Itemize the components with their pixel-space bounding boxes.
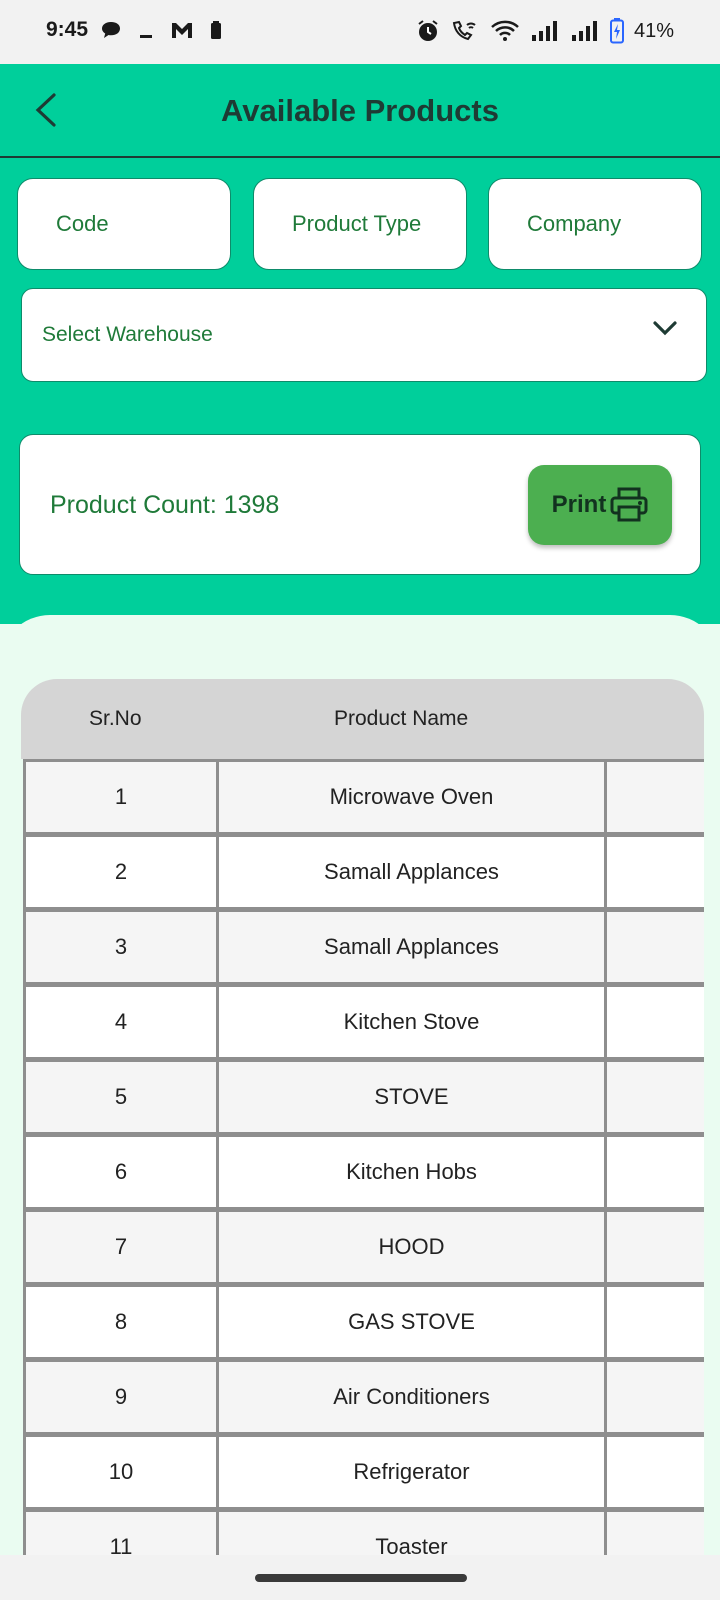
header-product-name: Product Name <box>334 707 469 730</box>
cell-sr-no: 4 <box>23 984 219 1060</box>
table-header: Sr.No Product Name <box>21 679 704 759</box>
status-bar: 9:45 41% <box>0 0 720 64</box>
app-bar: Available Products <box>0 64 720 158</box>
cell-extra <box>604 984 704 1060</box>
cell-sr-no: 10 <box>23 1434 219 1510</box>
cell-product-name: Kitchen Stove <box>216 984 607 1060</box>
cell-sr-no: 11 <box>23 1509 219 1555</box>
cell-extra <box>604 1059 704 1135</box>
gmail-icon <box>172 23 192 38</box>
cell-product-name: Samall Applances <box>216 834 607 910</box>
code-filter-label: Code <box>56 211 109 236</box>
cell-product-name: Samall Applances <box>216 909 607 985</box>
battery-charging-icon <box>609 18 624 44</box>
table-row[interactable]: 9 Air Conditioners <box>21 1359 704 1435</box>
cell-extra <box>604 834 704 910</box>
table-row[interactable]: 11 Toaster <box>21 1509 704 1555</box>
print-button-label: Print <box>551 491 607 518</box>
signal-icon <box>571 21 597 41</box>
cell-product-name: STOVE <box>216 1059 607 1135</box>
cell-product-name: Refrigerator <box>216 1434 607 1510</box>
table-row[interactable]: 7 HOOD <box>21 1209 704 1285</box>
table-row[interactable]: 8 GAS STOVE <box>21 1284 704 1360</box>
cell-sr-no: 1 <box>23 759 219 835</box>
cell-product-name: GAS STOVE <box>216 1284 607 1360</box>
navigation-bar <box>0 1555 720 1600</box>
status-time: 9:45 <box>46 18 89 41</box>
product-type-filter-label: Product Type <box>292 211 422 236</box>
table-row[interactable]: 4 Kitchen Stove <box>21 984 704 1060</box>
cell-extra <box>604 1359 704 1435</box>
cell-sr-no: 8 <box>23 1284 219 1360</box>
table-row[interactable]: 10Refrigerator9 <box>21 1434 704 1510</box>
warehouse-select-label: Select Warehouse <box>42 323 213 346</box>
status-right-icons: 41% <box>416 18 674 44</box>
print-button[interactable]: Print <box>528 465 672 545</box>
printer-icon <box>610 487 648 522</box>
home-handle[interactable] <box>255 1574 467 1582</box>
cell-extra <box>604 1284 704 1360</box>
battery-small-icon <box>211 21 221 39</box>
table-row[interactable]: 6 Kitchen Hobs <box>21 1134 704 1210</box>
table-row[interactable]: 2 Samall Applances <box>21 834 704 910</box>
product-count: Product Count: 1398 <box>50 491 280 519</box>
company-filter-button[interactable]: Company <box>488 178 702 270</box>
cell-extra <box>604 1134 704 1210</box>
cell-sr-no: 7 <box>23 1209 219 1285</box>
status-left-icons <box>100 20 222 40</box>
cell-product-name: Microwave Oven <box>216 759 607 835</box>
battery-percent: 41% <box>633 19 674 42</box>
cell-product-name: Toaster <box>216 1509 607 1555</box>
company-filter-label: Company <box>527 211 622 236</box>
cell-extra <box>604 759 704 835</box>
cell-extra <box>604 909 704 985</box>
code-filter-button[interactable]: Code <box>17 178 231 270</box>
chevron-down-icon <box>653 321 677 336</box>
cell-extra <box>604 1509 704 1555</box>
cell-product-name: Kitchen Hobs <box>216 1134 607 1210</box>
warehouse-select[interactable]: Select Warehouse <box>21 288 707 382</box>
alarm-icon <box>418 20 438 41</box>
cell-sr-no: 5 <box>23 1059 219 1135</box>
cell-sr-no: 9 <box>23 1359 219 1435</box>
cell-sr-no: 6 <box>23 1134 219 1210</box>
cell-sr-no: 3 <box>23 909 219 985</box>
table-row[interactable]: 5 STOVE <box>21 1059 704 1135</box>
cell-extra: 9 <box>604 1434 704 1510</box>
page-title: Available Products <box>221 93 499 128</box>
cell-extra <box>604 1209 704 1285</box>
product-type-filter-button[interactable]: Product Type <box>253 178 467 270</box>
header-sr-no: Sr.No <box>89 707 142 730</box>
chat-icon <box>102 22 120 38</box>
wifi-icon <box>491 20 519 41</box>
products-table[interactable]: Sr.No Product Name 1 Microwave Oven 2 Samal… <box>21 679 704 1555</box>
product-count-card: Product Count: 1398 Print <box>19 434 701 575</box>
cell-product-name: Air Conditioners <box>216 1359 607 1435</box>
table-row[interactable]: 1 Microwave Oven <box>21 759 704 835</box>
signal-icon <box>531 21 557 41</box>
wifi-call-icon <box>452 20 476 41</box>
cell-sr-no: 2 <box>23 834 219 910</box>
table-row[interactable]: 3 Samall Applances <box>21 909 704 985</box>
cell-product-name: HOOD <box>216 1209 607 1285</box>
dot-icon <box>140 35 152 38</box>
